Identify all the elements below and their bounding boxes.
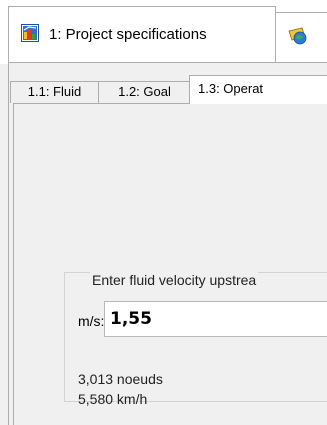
window: 1: Project specifications 1.1: Fluid 1.2… <box>0 0 327 425</box>
project-globe-icon <box>288 27 308 48</box>
velocity-conversion-knots: 3,013 noeuds <box>78 371 163 387</box>
velocity-unit-label: m/s: <box>78 313 105 329</box>
tab-operating[interactable]: 1.3: Operat <box>189 75 327 104</box>
velocity-conversion-kmh: 5,580 km/h <box>78 391 148 407</box>
tab-label: 1: Project specifications <box>49 26 207 43</box>
tab-project-specifications[interactable]: 1: Project specifications <box>8 6 276 62</box>
project-chart-icon <box>21 24 39 45</box>
tab-fluid[interactable]: 1.1: Fluid <box>10 81 99 103</box>
inner-tab-strip: 1.1: Fluid 1.2: Goal 1.3: Operat <box>9 75 327 104</box>
tab-goal[interactable]: 1.2: Goal <box>98 81 191 103</box>
outer-tab-strip: 1: Project specifications <box>0 0 327 64</box>
velocity-group-title: Enter fluid velocity upstrea <box>90 272 259 288</box>
velocity-input[interactable]: 1,55 <box>104 301 327 337</box>
tab-next-section[interactable] <box>275 12 327 62</box>
